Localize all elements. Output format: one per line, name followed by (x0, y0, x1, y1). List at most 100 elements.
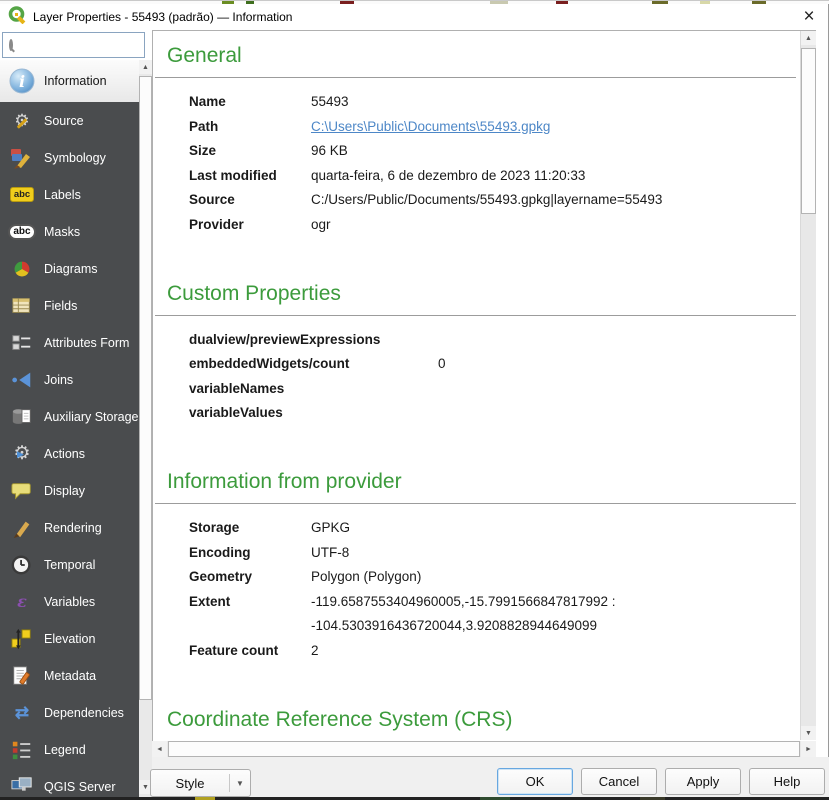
extent-value: -119.6587553404960005,-15.79915668478179… (311, 590, 616, 639)
sidebar-item-dependencies[interactable]: ⇄ Dependencies (0, 694, 139, 731)
title-bar: Layer Properties - 55493 (padrão) — Info… (0, 4, 828, 30)
scroll-right-icon[interactable]: ► (801, 741, 816, 757)
apply-button[interactable]: Apply (665, 768, 741, 795)
help-button[interactable]: Help (749, 768, 825, 795)
svg-text:i: i (19, 72, 25, 91)
sidebar-item-display[interactable]: Display (0, 472, 139, 509)
sidebar-item-diagrams[interactable]: Diagrams (0, 250, 139, 287)
property-row: variableNames (189, 377, 800, 402)
property-row: dualview/previewExpressions (189, 328, 800, 353)
property-row: StorageGPKG (189, 516, 800, 541)
sidebar-item-temporal[interactable]: Temporal (0, 546, 139, 583)
chevron-down-icon: ▼ (230, 779, 250, 788)
property-value: 2 (311, 639, 319, 664)
property-label: embeddedWidgets/count (189, 352, 438, 377)
ok-button[interactable]: OK (497, 768, 573, 795)
abc-mask-icon: abc (8, 219, 36, 245)
section-divider (155, 503, 796, 504)
content-horizontal-scrollbar[interactable]: ◄ ► (152, 741, 816, 757)
pie-chart-icon (8, 256, 36, 282)
window-title: Layer Properties - 55493 (padrão) — Info… (33, 10, 292, 24)
sidebar-item-symbology[interactable]: Symbology (0, 139, 139, 176)
content-scrollbar-thumb[interactable] (801, 48, 816, 214)
sidebar-item-label: Diagrams (44, 262, 98, 276)
hscrollbar-thumb[interactable] (168, 741, 800, 757)
join-arrow-icon (8, 367, 36, 393)
sidebar-item-label: Auxiliary Storage (44, 410, 139, 424)
property-row: variableValues (189, 401, 800, 426)
sidebar-item-auxiliary-storage[interactable]: Auxiliary Storage (0, 398, 139, 435)
custom-properties: dualview/previewExpressions embeddedWidg… (153, 328, 800, 426)
sidebar-item-qgis-server[interactable]: QGIS Server (0, 768, 139, 797)
sidebar-item-label: Variables (44, 595, 95, 609)
search-icon (9, 39, 13, 51)
sidebar-item-label: Symbology (44, 151, 106, 165)
info-circle-icon: i (8, 68, 36, 94)
sidebar-item-rendering[interactable]: Rendering (0, 509, 139, 546)
property-label: variableValues (189, 401, 438, 426)
style-dropdown-button[interactable]: Style ▼ (150, 769, 251, 797)
sidebar-item-label: Fields (44, 299, 77, 313)
property-row: Feature count2 (189, 639, 800, 664)
sidebar-item-masks[interactable]: abc Masks (0, 213, 139, 250)
sidebar-item-label: Temporal (44, 558, 95, 572)
scroll-up-icon[interactable]: ▲ (801, 31, 816, 45)
tools-icon: ⚙ (8, 108, 36, 134)
property-row: Name55493 (189, 90, 800, 115)
sidebar-item-label: Elevation (44, 632, 95, 646)
scroll-up-icon[interactable]: ▲ (139, 60, 152, 74)
table-icon (8, 293, 36, 319)
section-divider (155, 315, 796, 316)
cancel-button[interactable]: Cancel (581, 768, 657, 795)
property-label: variableNames (189, 377, 438, 402)
sidebar-item-fields[interactable]: Fields (0, 287, 139, 324)
sidebar-item-label: Information (44, 74, 107, 88)
sync-arrows-icon: ⇄ (8, 700, 36, 726)
file-path-link[interactable]: C:\Users\Public\Documents\55493.gpkg (311, 115, 550, 140)
abc-tag-icon: abc (8, 182, 36, 208)
sidebar-item-elevation[interactable]: Elevation (0, 620, 139, 657)
sidebar-item-label: Attributes Form (44, 336, 129, 350)
property-label: Last modified (189, 164, 311, 189)
property-row: embeddedWidgets/count0 (189, 352, 800, 377)
property-row: SourceC:/Users/Public/Documents/55493.gp… (189, 188, 800, 213)
sidebar-item-joins[interactable]: Joins (0, 361, 139, 398)
property-label: Geometry (189, 565, 311, 590)
information-panel: General Name55493 PathC:\Users\Public\Do… (153, 31, 800, 745)
sidebar-item-label: Source (44, 114, 84, 128)
property-value: ogr (311, 213, 331, 238)
property-label: Path (189, 115, 311, 140)
sidebar-scrollbar[interactable]: ▲ ▼ (139, 60, 152, 797)
property-row: EncodingUTF-8 (189, 541, 800, 566)
content-vertical-scrollbar[interactable]: ▲ ▼ (800, 31, 816, 740)
sidebar-item-variables[interactable]: ε Variables (0, 583, 139, 620)
sidebar-search-box[interactable] (2, 32, 145, 58)
scroll-down-icon[interactable]: ▼ (801, 726, 816, 740)
scroll-left-icon[interactable]: ◄ (152, 741, 167, 757)
property-row: Size96 KB (189, 139, 800, 164)
property-row: Last modifiedquarta-feira, 6 de dezembro… (189, 164, 800, 189)
sidebar-item-attributes-form[interactable]: Attributes Form (0, 324, 139, 361)
property-row: PathC:\Users\Public\Documents\55493.gpkg (189, 115, 800, 140)
close-icon[interactable]: × (796, 5, 822, 29)
property-label: Provider (189, 213, 311, 238)
gear-play-icon: ⚙▶ (8, 441, 36, 467)
sidebar-item-information[interactable]: i Information (0, 60, 139, 102)
sidebar-item-source[interactable]: ⚙ Source (0, 102, 139, 139)
sidebar-item-label: Labels (44, 188, 81, 202)
speech-bubble-icon (8, 478, 36, 504)
section-heading-provider: Information from provider (153, 470, 800, 494)
sidebar-scrollbar-thumb[interactable] (139, 76, 152, 700)
legend-list-icon (8, 737, 36, 763)
property-row: GeometryPolygon (Polygon) (189, 565, 800, 590)
sidebar-item-legend[interactable]: Legend (0, 731, 139, 768)
section-heading-custom-properties: Custom Properties (153, 282, 800, 306)
sidebar-item-labels[interactable]: abc Labels (0, 176, 139, 213)
sidebar-item-metadata[interactable]: Metadata (0, 657, 139, 694)
property-label: Name (189, 90, 311, 115)
property-label: dualview/previewExpressions (189, 328, 438, 353)
provider-properties: StorageGPKG EncodingUTF-8 GeometryPolygo… (153, 516, 800, 664)
property-value: 55493 (311, 90, 349, 115)
sidebar-item-label: Metadata (44, 669, 96, 683)
sidebar-item-actions[interactable]: ⚙▶ Actions (0, 435, 139, 472)
